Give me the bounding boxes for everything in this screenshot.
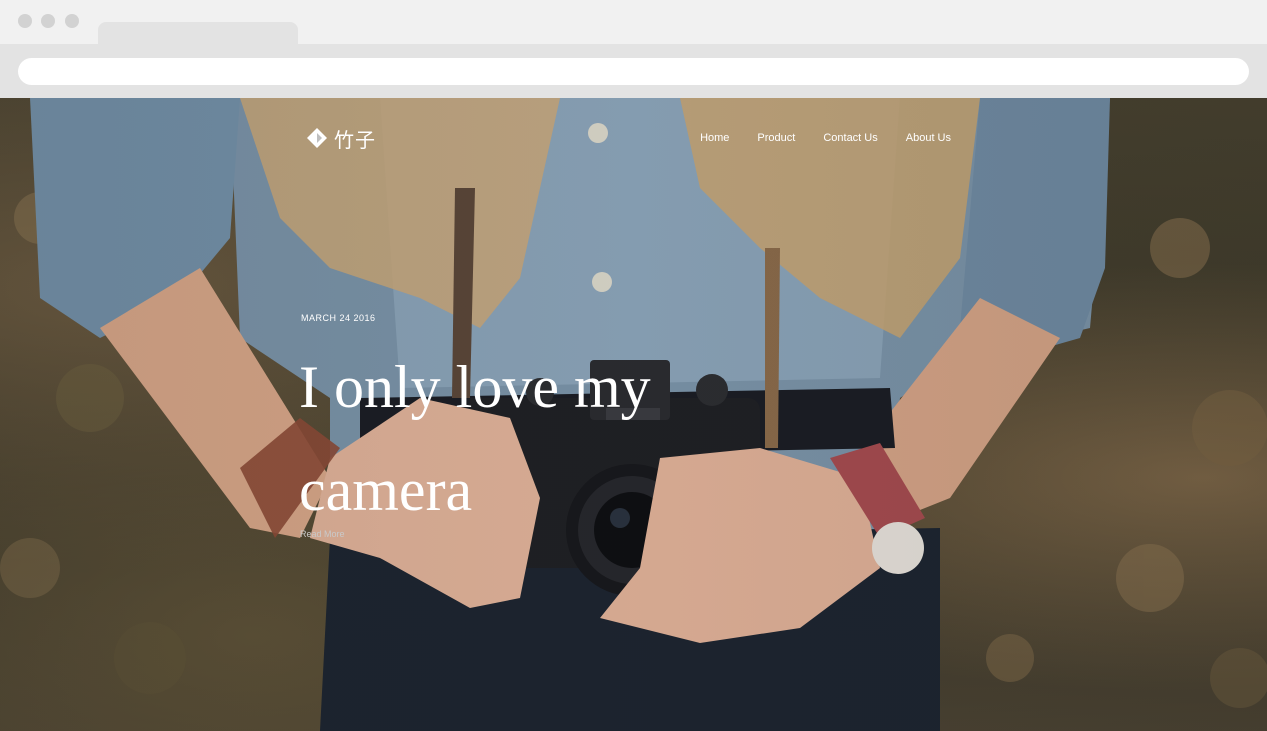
nav-home[interactable]: Home — [700, 132, 729, 144]
post-title[interactable]: I only love my camera — [299, 336, 719, 542]
window-minimize-dot-icon[interactable] — [41, 14, 55, 28]
main-nav: Home Product Contact Us About Us — [700, 132, 951, 144]
post-date: MARCH 24 2016 — [301, 313, 376, 323]
site-logo[interactable]: 竹子 — [306, 126, 376, 152]
browser-tab[interactable] — [98, 22, 298, 44]
window-maximize-dot-icon[interactable] — [65, 14, 79, 28]
nav-product[interactable]: Product — [757, 132, 795, 144]
address-bar[interactable] — [18, 58, 1249, 85]
nav-about-us[interactable]: About Us — [906, 132, 951, 144]
diamond-logo-icon — [307, 128, 327, 148]
read-more-link[interactable]: Read More — [300, 529, 345, 539]
nav-contact-us[interactable]: Contact Us — [823, 132, 877, 144]
window-close-dot-icon[interactable] — [18, 14, 32, 28]
browser-chrome — [0, 0, 1267, 98]
logo-text: 竹子 — [334, 127, 376, 152]
hero-section: 竹子 Home Product Contact Us About Us MARC… — [0, 98, 1267, 731]
